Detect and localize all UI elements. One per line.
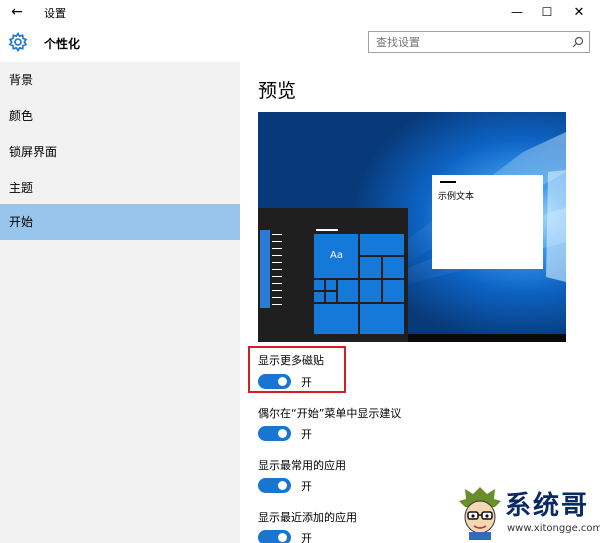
search-input[interactable] [369, 32, 565, 52]
watermark-domain: www.xitongge.com [507, 523, 600, 534]
sample-window: 示例文本 [432, 175, 543, 269]
tile [338, 280, 358, 302]
menu-line [272, 269, 282, 270]
tile [360, 234, 404, 255]
start-preview: 示例文本 Aa [258, 112, 566, 342]
tile [360, 257, 381, 278]
sidebar-item-start[interactable]: 开始 [0, 204, 240, 240]
back-arrow-icon: ← [11, 4, 23, 20]
tile [360, 304, 404, 334]
watermark-name: 系统哥 [505, 491, 590, 521]
tile [383, 257, 404, 278]
page-header: 个性化 [0, 24, 600, 62]
sidebar-item-colors[interactable]: 颜色 [0, 98, 240, 134]
maximize-icon: ☐ [541, 5, 553, 19]
option-label-most-used: 显示最常用的应用 [258, 459, 346, 472]
sidebar: 背景 颜色 锁屏界面 主题 开始 [0, 62, 240, 543]
tile [360, 280, 381, 302]
tile-large: Aa [314, 234, 358, 278]
tile [314, 292, 324, 302]
minimize-button[interactable]: — [502, 0, 532, 24]
site-watermark: 系统哥 www.xitongge.com [455, 483, 600, 543]
menu-line [272, 262, 282, 263]
minimize-icon: — [511, 5, 523, 19]
tile [326, 292, 336, 302]
option-label-suggestions: 偶尔在“开始”菜单中显示建议 [258, 407, 402, 420]
tile [314, 280, 324, 290]
gear-icon [8, 32, 28, 52]
toggle-state-most-used: 开 [301, 480, 312, 493]
toggle-recently-added[interactable] [258, 530, 291, 543]
menu-line [272, 304, 282, 305]
toggle-suggestions[interactable] [258, 426, 291, 441]
toggle-state-suggestions: 开 [301, 428, 312, 441]
preview-heading: 预览 [258, 80, 297, 102]
menu-line [272, 297, 282, 298]
menu-line [272, 283, 282, 284]
toggle-knob [278, 429, 287, 438]
tile [326, 280, 336, 290]
toggle-knob [278, 481, 287, 490]
main-content: 预览 示例文本 Aa 显示更多磁贴 开 偶尔在“开始”菜单中显示建议 开 显示最… [240, 62, 600, 543]
sample-window-bar [440, 181, 456, 183]
toggle-knob [278, 377, 287, 386]
window-title: 设置 [44, 7, 66, 20]
toggle-state-recently-added: 开 [301, 532, 312, 543]
menu-line [272, 276, 282, 277]
sample-text: 示例文本 [438, 192, 475, 202]
tile [314, 304, 358, 334]
menu-line [272, 241, 282, 242]
sidebar-item-lock-screen[interactable]: 锁屏界面 [0, 134, 240, 170]
menu-line [272, 255, 282, 256]
close-button[interactable]: ✕ [564, 0, 594, 24]
tile-grid: Aa [314, 234, 404, 334]
sidebar-item-background[interactable]: 背景 [0, 62, 240, 98]
search-box[interactable] [368, 31, 590, 53]
menu-line [272, 234, 282, 235]
tile [383, 280, 404, 302]
toggle-most-used[interactable] [258, 478, 291, 493]
toggle-more-tiles[interactable] [258, 374, 291, 389]
sidebar-item-themes[interactable]: 主题 [0, 170, 240, 206]
start-rail [260, 230, 270, 308]
start-menu-preview: Aa [258, 208, 408, 342]
maximize-button[interactable]: ☐ [532, 0, 562, 24]
option-label-more-tiles: 显示更多磁贴 [258, 354, 324, 367]
menu-line [272, 290, 282, 291]
title-bar: ← 设置 — ☐ ✕ [0, 0, 600, 24]
menu-line [272, 248, 282, 249]
back-button[interactable]: ← [0, 0, 34, 24]
toggle-knob [278, 533, 287, 542]
toggle-state-more-tiles: 开 [301, 376, 312, 389]
mascot-logo-icon [459, 487, 501, 540]
search-icon[interactable] [571, 35, 585, 49]
page-title: 个性化 [44, 37, 81, 51]
close-icon: ✕ [573, 4, 585, 20]
option-label-recently-added: 显示最近添加的应用 [258, 511, 357, 524]
tile-group-header [316, 229, 338, 231]
tile-label: Aa [330, 250, 343, 261]
